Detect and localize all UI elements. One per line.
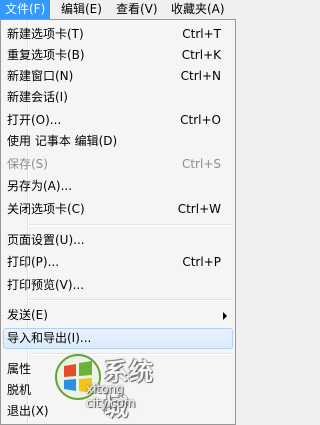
menu-item-label: 页面设置(U)...: [7, 233, 85, 247]
menu-item-label: 使用 记事本 编辑(D): [7, 134, 118, 148]
menu-item-new-window[interactable]: 新建窗口(N) Ctrl+N: [3, 66, 233, 87]
menu-item-shortcut: Ctrl+W: [177, 202, 221, 216]
submenu-arrow-icon: [223, 312, 227, 320]
menu-item-label: 打印(P)...: [7, 255, 60, 269]
menu-item-save: 保存(S) Ctrl+S: [3, 154, 233, 175]
menu-item-label: 脱机: [7, 383, 32, 397]
menu-item-duplicate-tab[interactable]: 重复选项卡(B) Ctrl+K: [3, 45, 233, 66]
menu-item-shortcut: Ctrl+S: [181, 157, 221, 171]
menu-item-edit-with-notepad[interactable]: 使用 记事本 编辑(D): [3, 131, 233, 152]
menu-item-label: 另存为(A)...: [7, 179, 73, 193]
menu-item-label: 发送(E): [7, 308, 48, 322]
menu-item-page-setup[interactable]: 页面设置(U)...: [3, 230, 233, 251]
menu-item-label: 重复选项卡(B): [7, 48, 85, 62]
watermark-url: xitong city.com: [86, 382, 136, 410]
menu-item-new-tab[interactable]: 新建选项卡(T) Ctrl+T: [3, 24, 233, 45]
menu-item-new-session[interactable]: 新建会话(I): [3, 87, 233, 108]
menu-bar: 文件(F) 编辑(E) 查看(V) 收藏夹(A): [0, 0, 236, 20]
menu-item-print-preview[interactable]: 打印预览(V)...: [3, 275, 233, 296]
menu-item-label: 导入和导出(I)...: [7, 331, 92, 345]
menu-item-close-tab[interactable]: 关闭选项卡(C) Ctrl+W: [3, 199, 233, 220]
menu-item-import-export[interactable]: 导入和导出(I)...: [3, 328, 233, 349]
menu-item-label: 退出(X): [7, 404, 49, 418]
menu-item-label: 保存(S): [7, 157, 48, 171]
menu-item-label: 新建窗口(N): [7, 69, 74, 83]
menu-item-label: 打印预览(V)...: [7, 278, 85, 292]
menu-view[interactable]: 查看(V): [111, 0, 163, 19]
menu-item-label: 打开(O)...: [7, 113, 62, 127]
menu-separator: [29, 299, 233, 301]
menu-edit[interactable]: 编辑(E): [56, 0, 107, 19]
menu-item-label: 关闭选项卡(C): [7, 202, 85, 216]
menu-item-send[interactable]: 发送(E): [3, 305, 233, 326]
site-watermark: 系统城 xitong city.com: [52, 352, 172, 421]
menu-separator: [29, 224, 233, 226]
menu-item-shortcut: Ctrl+T: [182, 27, 221, 41]
menu-file[interactable]: 文件(F): [0, 0, 51, 19]
menu-item-shortcut: Ctrl+O: [180, 113, 221, 127]
menu-item-shortcut: Ctrl+P: [182, 255, 221, 269]
menu-item-open[interactable]: 打开(O)... Ctrl+O: [3, 110, 233, 131]
menu-item-label: 新建会话(I): [7, 90, 68, 104]
menu-item-label: 新建选项卡(T): [7, 27, 84, 41]
menu-item-label: 属性: [7, 362, 32, 376]
menu-item-print[interactable]: 打印(P)... Ctrl+P: [3, 252, 233, 273]
menu-favorites[interactable]: 收藏夹(A): [166, 0, 230, 19]
menu-item-save-as[interactable]: 另存为(A)...: [3, 176, 233, 197]
menu-item-shortcut: Ctrl+N: [180, 69, 221, 83]
menu-item-shortcut: Ctrl+K: [181, 48, 221, 62]
